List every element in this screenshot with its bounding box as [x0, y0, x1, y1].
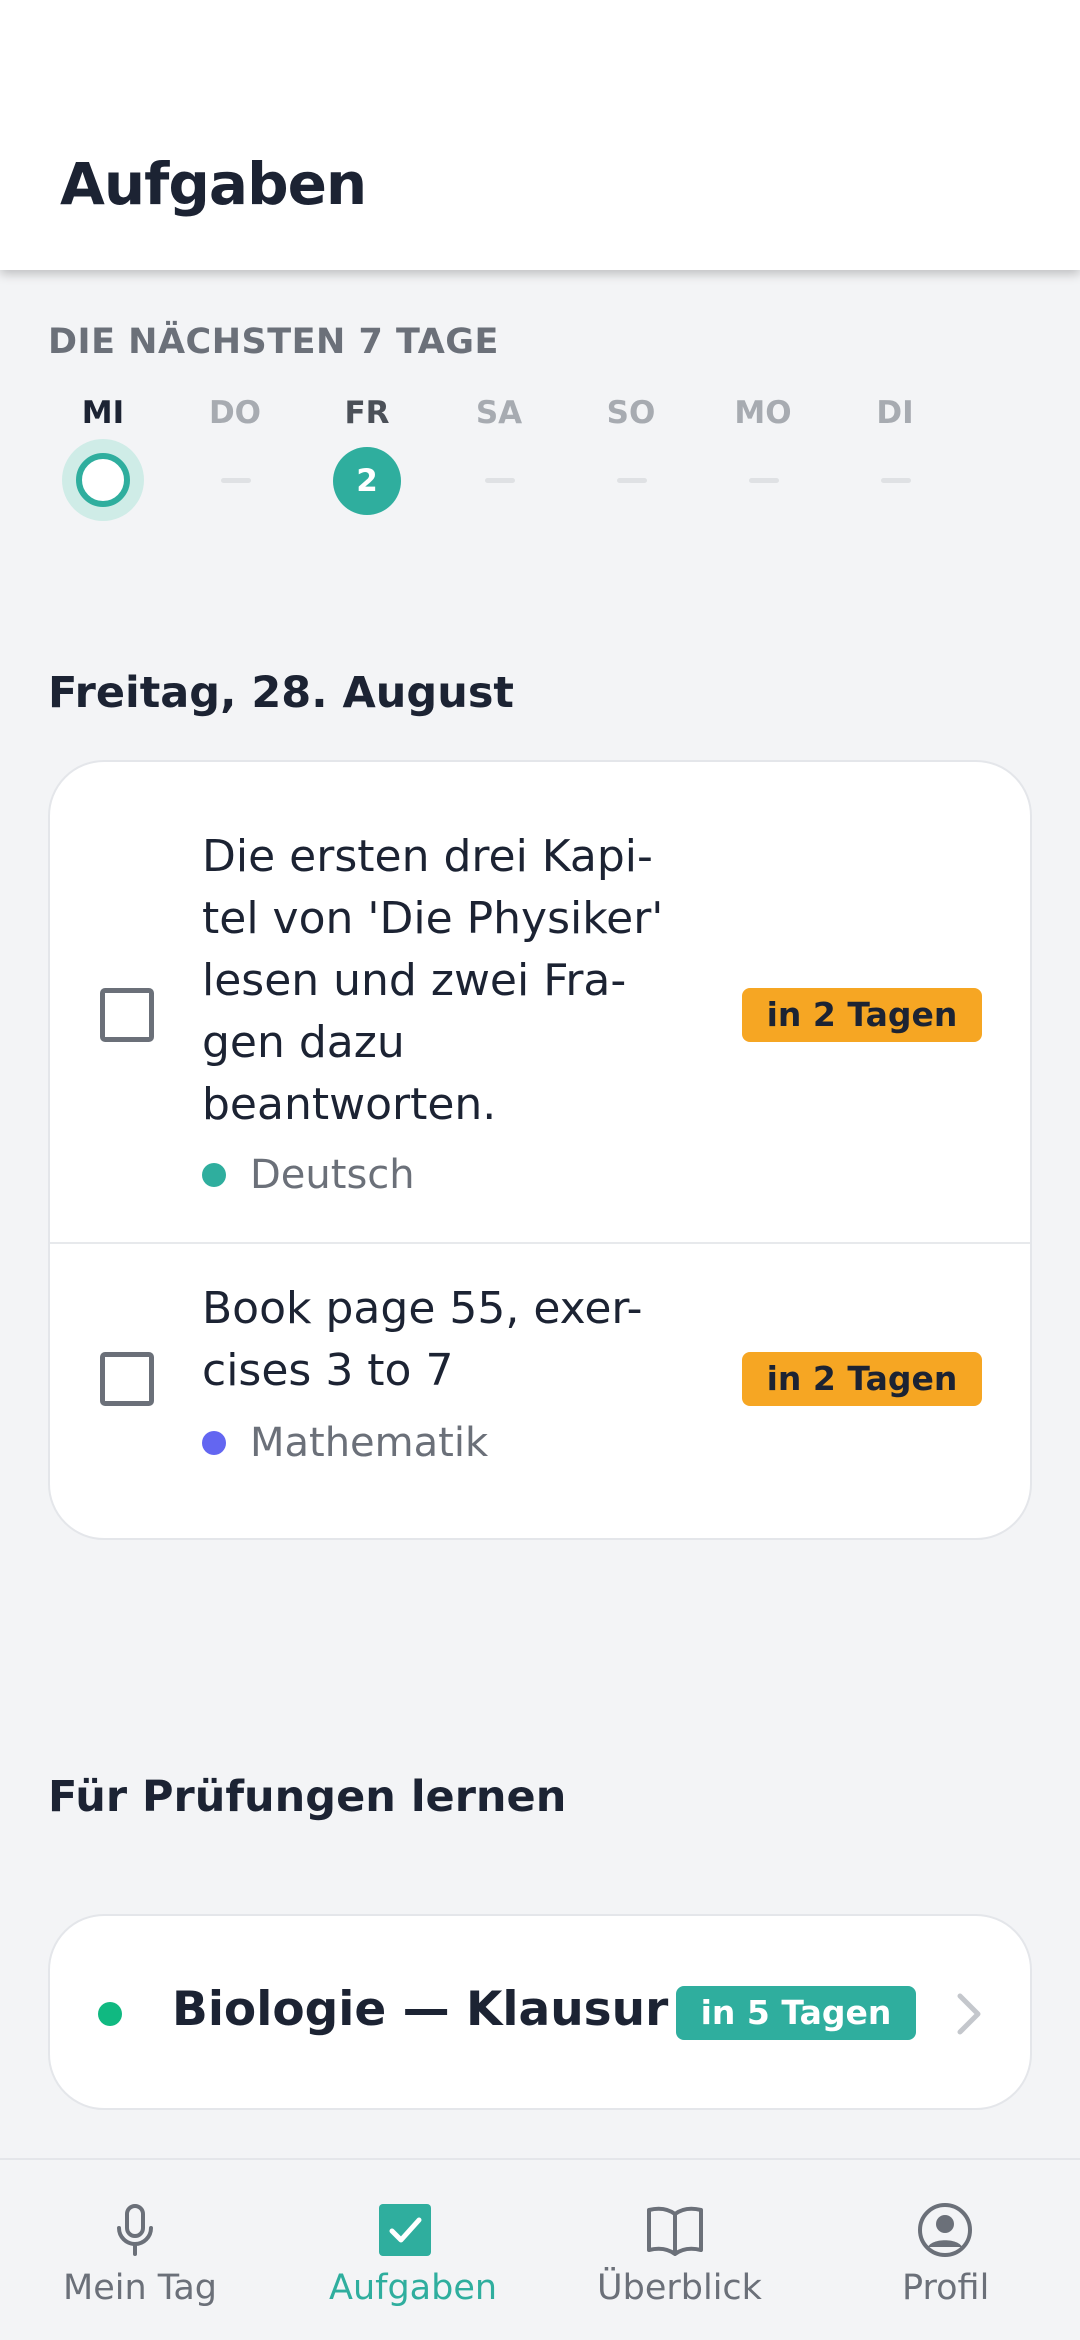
- day-name: MI: [81, 395, 125, 431]
- page-title: Aufgaben: [60, 150, 367, 218]
- due-badge: in 2 Tagen: [742, 1352, 982, 1406]
- task-title-line: cises 3 to 7: [202, 1345, 454, 1396]
- today-indicator: [62, 439, 144, 521]
- day-di[interactable]: DI: [840, 395, 950, 535]
- exam-item[interactable]: Biologie — Klausur in 5 Tagen: [48, 1914, 1032, 2110]
- day-name: DO: [208, 395, 262, 431]
- task-item[interactable]: Die ersten drei Kapi- tel von 'Die Physi…: [50, 762, 1030, 1244]
- day-name: SO: [606, 395, 656, 431]
- subject-color-dot: [202, 1431, 226, 1455]
- subject-label: Mathematik: [250, 1420, 489, 1466]
- profile-icon: [918, 2203, 972, 2257]
- task-title-line: lesen und zwei Fra-: [202, 955, 627, 1006]
- task-count-badge: 2: [333, 447, 401, 515]
- nav-profil[interactable]: Profil: [810, 2160, 1080, 2340]
- day-fr[interactable]: FR 2: [312, 395, 422, 535]
- task-subject: Mathematik: [202, 1420, 488, 1466]
- subject-color-dot: [98, 2002, 122, 2026]
- task-title: Book page 55, exer- cises 3 to 7: [202, 1278, 722, 1402]
- task-checkbox[interactable]: [100, 1352, 154, 1406]
- day-name: MO: [734, 395, 792, 431]
- task-title-line: gen dazu: [202, 1017, 405, 1068]
- task-subject: Deutsch: [202, 1152, 415, 1198]
- task-title: Die ersten drei Kapi- tel von 'Die Physi…: [202, 826, 722, 1136]
- no-tasks-indicator: [881, 478, 911, 483]
- day-so[interactable]: SO: [576, 395, 686, 535]
- day-name: DI: [876, 395, 914, 431]
- nav-label: Profil: [902, 2268, 990, 2308]
- due-badge: in 2 Tagen: [742, 988, 982, 1042]
- task-title-line: Book page 55, exer-: [202, 1283, 643, 1334]
- subject-label: Deutsch: [250, 1152, 415, 1198]
- nav-label: Mein Tag: [63, 2268, 218, 2308]
- task-title-line: tel von 'Die Physiker': [202, 893, 664, 944]
- bottom-navigation: Mein Tag Aufgaben Überblick Profil: [0, 2158, 1080, 2340]
- task-item[interactable]: Book page 55, exer- cises 3 to 7 Mathema…: [50, 1244, 1030, 1540]
- nav-label: Aufgaben: [329, 2268, 498, 2308]
- day-do[interactable]: DO: [180, 395, 290, 535]
- book-icon: [647, 2206, 703, 2256]
- nav-label: Überblick: [597, 2268, 762, 2308]
- no-tasks-indicator: [749, 478, 779, 483]
- task-checkbox[interactable]: [100, 988, 154, 1042]
- nav-mein-tag[interactable]: Mein Tag: [0, 2160, 270, 2340]
- chevron-right-icon: [957, 1993, 981, 2035]
- microphone-icon: [117, 2204, 153, 2256]
- exam-section-heading: Für Prüfungen lernen: [48, 1772, 567, 1822]
- day-name: FR: [344, 395, 390, 431]
- no-tasks-indicator: [221, 478, 251, 483]
- task-title-line: beantworten.: [202, 1079, 497, 1130]
- exam-due-badge: in 5 Tagen: [676, 1986, 916, 2040]
- day-sa[interactable]: SA: [444, 395, 554, 535]
- day-mi[interactable]: MI: [48, 395, 158, 535]
- checkbox-icon: [379, 2204, 431, 2256]
- date-heading: Freitag, 28. August: [48, 668, 514, 718]
- exam-title: Biologie — Klausur: [172, 1982, 669, 2037]
- day-mo[interactable]: MO: [708, 395, 818, 535]
- nav-ueberblick[interactable]: Überblick: [540, 2160, 810, 2340]
- app-header: Aufgaben: [0, 0, 1080, 270]
- no-tasks-indicator: [485, 478, 515, 483]
- week-day-strip: MI DO FR 2 SA SO MO DI: [48, 395, 948, 535]
- task-title-line: Die ersten drei Kapi-: [202, 831, 653, 882]
- subject-color-dot: [202, 1163, 226, 1187]
- no-tasks-indicator: [617, 478, 647, 483]
- week-section-label: DIE NÄCHSTEN 7 TAGE: [48, 322, 499, 362]
- nav-aufgaben[interactable]: Aufgaben: [270, 2160, 540, 2340]
- day-name: SA: [475, 395, 523, 431]
- tasks-card: Die ersten drei Kapi- tel von 'Die Physi…: [48, 760, 1032, 1540]
